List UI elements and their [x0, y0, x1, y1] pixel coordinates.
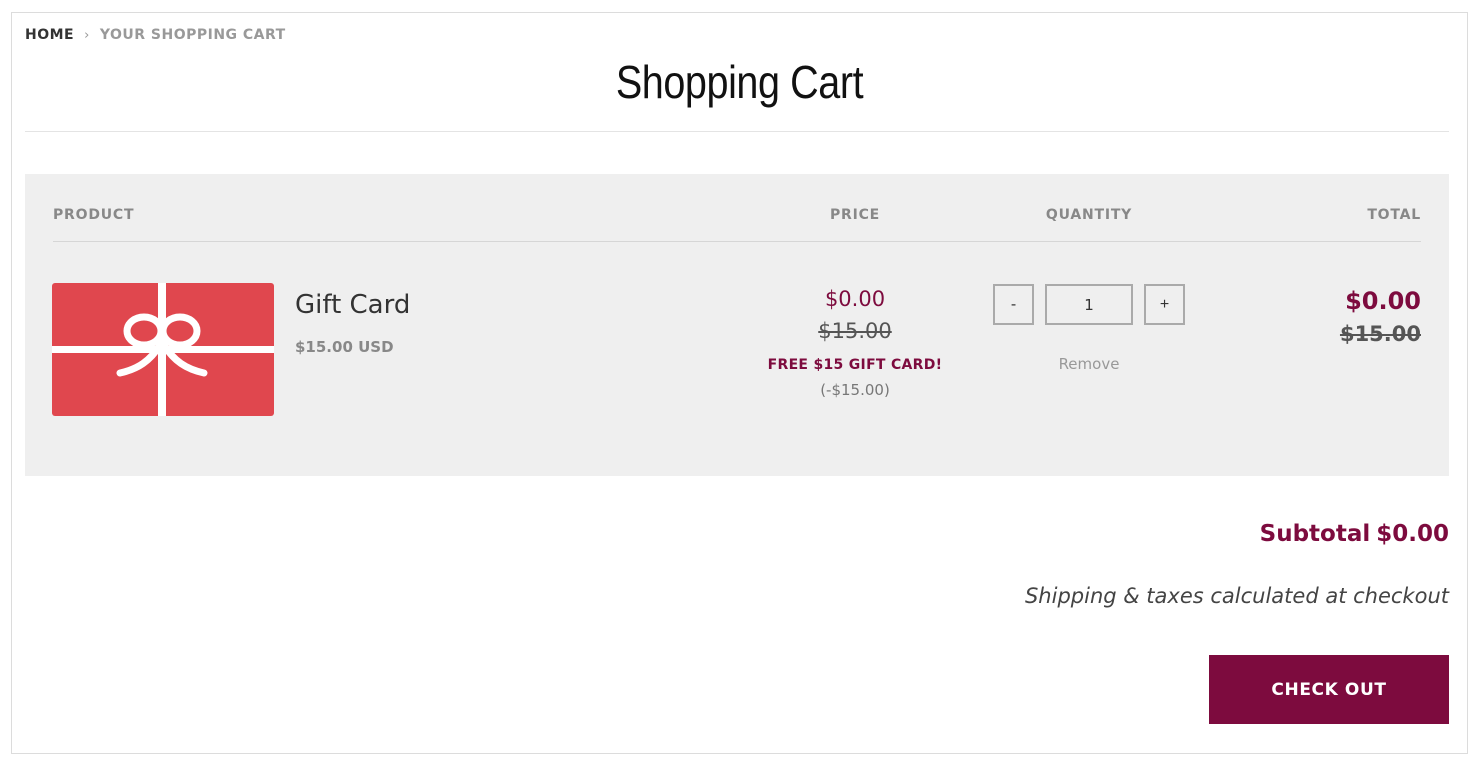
price-current: $0.00 [824, 287, 886, 311]
subtotal-value: $0.00 [1376, 521, 1449, 547]
column-header-product: PRODUCT [53, 207, 135, 223]
quantity-decrement-button[interactable]: - [993, 284, 1034, 325]
shipping-note: Shipping & taxes calculated at checkout [1024, 584, 1449, 608]
discount-amount: (-$15.00) [820, 381, 890, 399]
gift-card-image[interactable] [52, 283, 274, 416]
breadcrumb-home-link[interactable]: HOME [25, 27, 74, 43]
quantity-increment-button[interactable]: + [1144, 284, 1185, 325]
page-title: Shopping Cart [615, 56, 864, 108]
remove-item-link[interactable]: Remove [1029, 355, 1149, 373]
total-cell: $0.00 $15.00 [1340, 287, 1421, 346]
discount-label: FREE $15 GIFT CARD! [767, 357, 943, 373]
cart-table: PRODUCT PRICE QUANTITY TOTAL Gift Card $… [25, 174, 1449, 476]
quantity-input[interactable] [1045, 284, 1133, 325]
gift-card-icon [52, 283, 274, 416]
subtotal-label: Subtotal [1259, 521, 1371, 547]
cart-page: HOME › YOUR SHOPPING CART Shopping Cart … [11, 12, 1468, 754]
quantity-stepper: - + [993, 284, 1185, 325]
product-name-link[interactable]: Gift Card [295, 290, 410, 320]
table-header-divider [53, 241, 1421, 242]
column-header-total: TOTAL [1367, 207, 1421, 223]
breadcrumb-current: YOUR SHOPPING CART [99, 27, 286, 43]
subtotal: Subtotal $0.00 [1260, 521, 1449, 547]
title-divider [25, 131, 1449, 132]
line-total-original: $15.00 [1339, 322, 1421, 346]
price-cell: $0.00 $15.00 FREE $15 GIFT CARD! (-$15.0… [745, 287, 965, 399]
line-total-current: $0.00 [1345, 287, 1421, 315]
breadcrumb: HOME › YOUR SHOPPING CART [25, 27, 286, 43]
breadcrumb-separator: › [84, 27, 90, 43]
product-unit-price: $15.00 USD [295, 338, 394, 356]
checkout-button[interactable]: CHECK OUT [1209, 655, 1449, 724]
price-original: $15.00 [818, 319, 892, 343]
column-header-quantity: QUANTITY [1045, 207, 1133, 223]
column-header-price: PRICE [829, 207, 881, 223]
